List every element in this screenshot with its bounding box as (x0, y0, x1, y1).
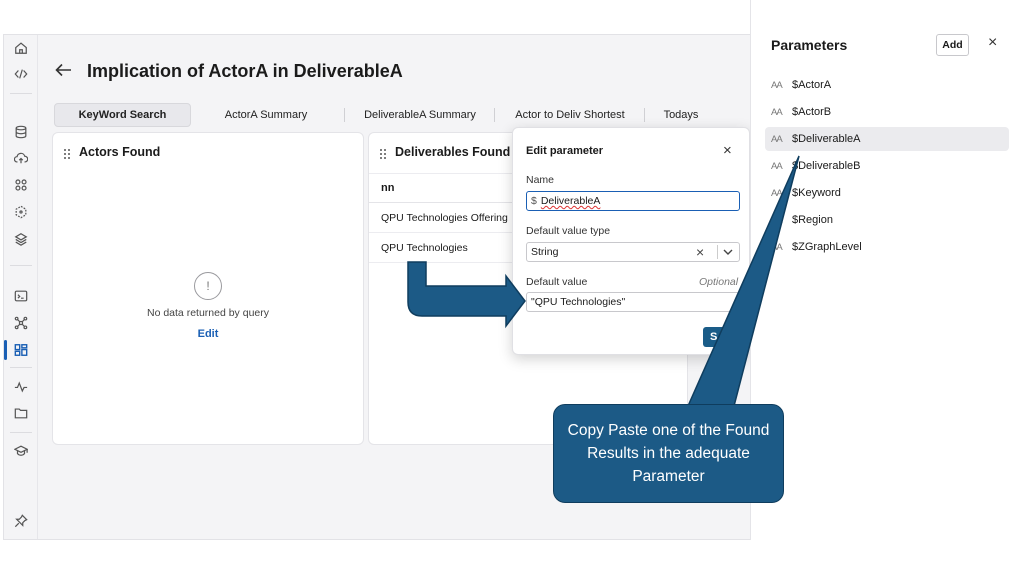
parameter-item[interactable]: AA $Region (765, 208, 1009, 232)
layers-icon[interactable] (12, 230, 30, 248)
value-type-value: String (531, 246, 559, 258)
clear-icon[interactable]: × (696, 244, 712, 260)
hexagon-icon[interactable] (12, 203, 30, 221)
nav-rail (4, 35, 38, 539)
parameter-label: $Keyword (792, 187, 841, 199)
pin-icon[interactable] (12, 512, 30, 530)
rail-divider (10, 93, 32, 94)
default-value-label: Default value (526, 276, 588, 288)
tab-bar: KeyWord Search ActorA Summary Deliverabl… (54, 103, 754, 127)
value-type-select[interactable]: String × (526, 242, 740, 262)
empty-state-text: No data returned by query (147, 307, 269, 319)
close-icon[interactable]: × (988, 34, 997, 52)
add-parameter-button[interactable]: Add (936, 34, 969, 56)
rail-divider (10, 265, 32, 266)
chevron-down-icon[interactable] (723, 249, 739, 255)
info-circle-icon: ! (194, 272, 222, 300)
select-divider (717, 245, 718, 259)
parameters-panel: Parameters Add × AA $ActorA AA $ActorB AA $… (750, 0, 1024, 540)
popup-title: Edit parameter (526, 145, 604, 157)
text-type-icon: AA (771, 214, 783, 226)
parameter-label: $Region (792, 214, 833, 226)
rail-divider (10, 432, 32, 433)
terminal-icon[interactable] (12, 287, 30, 305)
parameter-label: $DeliverableB (792, 160, 861, 172)
parameter-label: $ActorA (792, 79, 832, 91)
default-value-input[interactable]: "QPU Technologies" (526, 292, 740, 312)
graph-icon[interactable] (12, 314, 30, 332)
parameter-name-field[interactable]: $ DeliverableA (526, 191, 740, 211)
type-label: Default value type (526, 225, 611, 237)
deliverables-found-title: Deliverables Found (395, 145, 511, 159)
text-type-icon: AA (771, 133, 783, 145)
parameter-item[interactable]: AA $DeliverableB (765, 154, 1009, 178)
parameter-item[interactable]: AA $ZGraphLevel (765, 235, 1009, 259)
parameter-item[interactable]: AA $ActorA (765, 73, 1009, 97)
parameter-label: $DeliverableA (792, 133, 861, 145)
actors-found-title: Actors Found (79, 145, 161, 159)
tab-keyword-search[interactable]: KeyWord Search (54, 103, 191, 127)
database-icon[interactable] (12, 123, 30, 141)
edit-query-link[interactable]: Edit (53, 328, 363, 340)
tab-deliverablea-summary[interactable]: DeliverableA Summary (346, 103, 494, 127)
parameter-name-value: DeliverableA (540, 195, 601, 207)
page-title: Implication of ActorA in DeliverableA (87, 61, 403, 81)
tab-divider (344, 108, 345, 122)
tab-divider (494, 108, 495, 122)
close-icon[interactable]: × (723, 142, 732, 159)
optional-label: Optional (699, 276, 739, 288)
edit-parameter-popup: Edit parameter × Name $ DeliverableA Def… (512, 127, 750, 355)
save-button[interactable]: S (703, 327, 743, 347)
text-type-icon: AA (771, 241, 783, 253)
parameter-item[interactable]: AA $Keyword (765, 181, 1009, 205)
home-icon[interactable] (12, 39, 30, 57)
text-type-icon: AA (771, 79, 783, 91)
activity-icon[interactable] (12, 378, 30, 396)
tab-divider (644, 108, 645, 122)
text-type-icon: AA (771, 160, 783, 172)
text-type-icon: AA (771, 187, 783, 199)
parameter-label: $ActorB (792, 106, 832, 118)
drag-handle-icon[interactable] (63, 147, 71, 159)
text-type-icon: AA (771, 106, 783, 118)
folder-icon[interactable] (12, 404, 30, 422)
back-arrow-icon[interactable] (54, 61, 74, 79)
learn-icon[interactable] (12, 442, 30, 460)
dollar-prefix: $ (531, 195, 537, 207)
rail-divider (10, 367, 32, 368)
parameter-item[interactable]: AA $ActorB (765, 100, 1009, 124)
actors-found-card: Actors Found ! No data returned by query… (52, 132, 364, 445)
instruction-callout: Copy Paste one of the Found Results in t… (553, 404, 784, 503)
panel-title: Parameters (771, 37, 848, 53)
code-icon[interactable] (12, 65, 30, 83)
parameter-item-selected[interactable]: AA $DeliverableA (765, 127, 1009, 151)
name-label: Name (526, 174, 555, 186)
tab-todays[interactable]: Todays (646, 103, 716, 127)
tab-actor-to-deliv-shortest[interactable]: Actor to Deliv Shortest (496, 103, 644, 127)
apps-icon[interactable] (12, 176, 30, 194)
cloud-upload-icon[interactable] (12, 149, 30, 167)
dashboard-icon[interactable] (12, 341, 30, 359)
parameter-label: $ZGraphLevel (792, 241, 862, 253)
tab-actora-summary[interactable]: ActorA Summary (191, 103, 341, 127)
drag-handle-icon[interactable] (379, 147, 387, 159)
active-indicator (4, 340, 7, 360)
